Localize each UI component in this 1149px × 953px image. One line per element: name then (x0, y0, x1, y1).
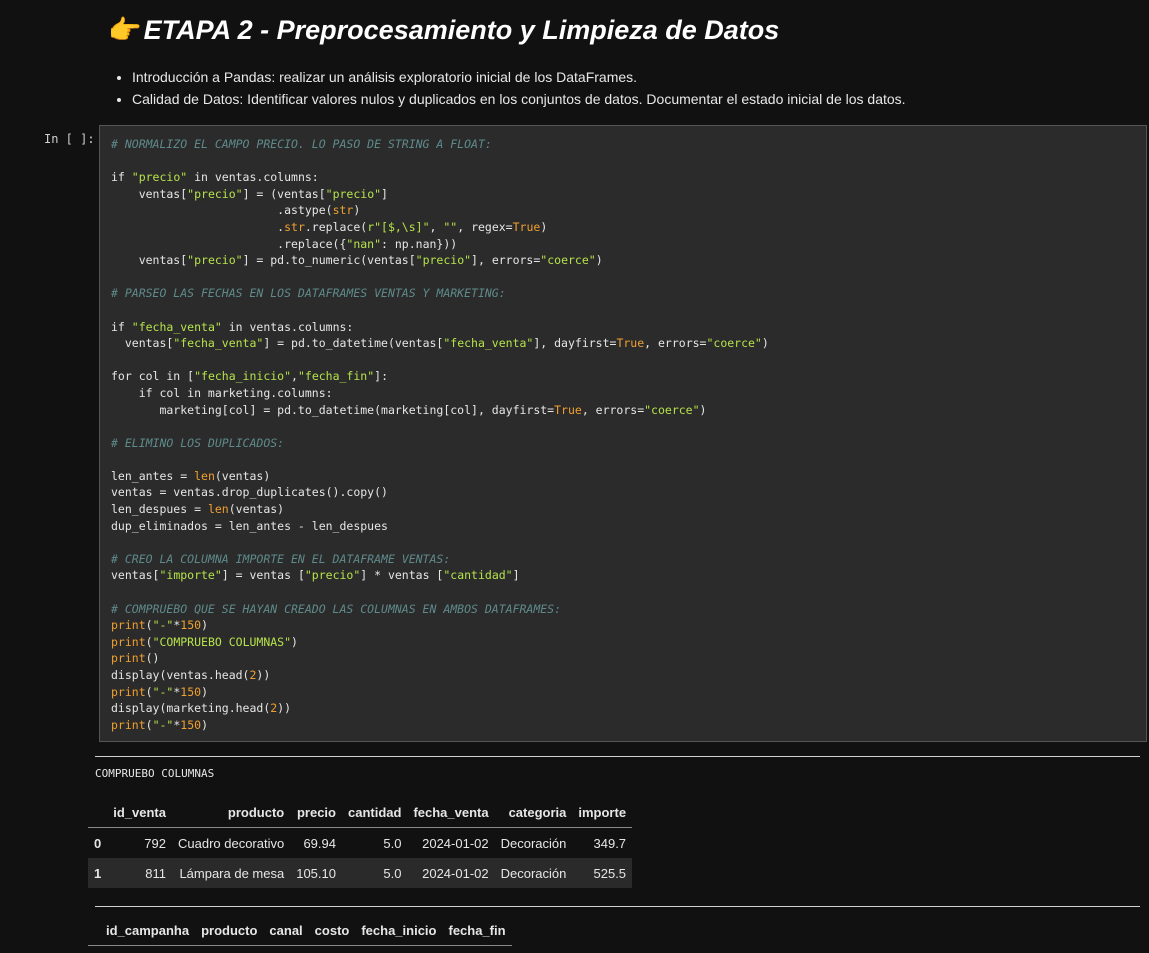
code-line: .astype(str) (111, 203, 361, 218)
heading-text: ETAPA 2 - Preprocesamiento y Limpieza de… (143, 15, 780, 45)
table-cell: Decoración (500, 865, 567, 881)
column-header: importe (578, 804, 627, 820)
column-header (88, 797, 107, 828)
section-heading: 👉ETAPA 2 - Preprocesamiento y Limpieza d… (108, 14, 779, 46)
code-line: dup_eliminados = len_antes - len_despues (111, 518, 388, 533)
code-line: ventas = ventas.drop_duplicates().copy() (111, 485, 388, 500)
row-index: 1 (94, 865, 102, 881)
table-row: 0 792 Cuadro decorativo 69.94 5.0 2024-01-02 D… (88, 828, 632, 859)
code-line: ventas["precio"] = pd.to_numeric(ventas[… (111, 253, 603, 268)
code-line: # NORMALIZO EL CAMPO PRECIO. LO PASO DE … (111, 137, 492, 151)
code-line: if "precio" in ventas.columns: (111, 170, 319, 185)
table-cell: 2024-01-02 (422, 835, 489, 851)
column-header: costo (314, 922, 350, 938)
code-line: # ELIMINO LOS DUPLICADOS: (111, 435, 285, 450)
column-header: canal (269, 922, 303, 938)
pointing-hand-icon: 👉 (108, 15, 142, 45)
code-line: print("-"*150) (111, 717, 208, 732)
code-line: print("COMPRUEBO COLUMNAS") (111, 634, 298, 649)
code-line: # PARSEO LAS FECHAS EN LOS DATAFRAMES VE… (111, 286, 506, 301)
column-header: fecha_inicio (361, 922, 437, 938)
bullet-list: Introducción a Pandas: realizar un análi… (108, 66, 1132, 110)
column-header: cantidad (347, 804, 402, 820)
ventas-table: id_venta producto precio cantidad fecha_vent… (88, 797, 633, 888)
code-content[interactable]: # NORMALIZO EL CAMPO PRECIO. LO PASO DE … (111, 136, 769, 733)
table-cell: 69.94 (303, 835, 336, 851)
code-line: if "fecha_venta" in ventas.columns: (111, 319, 354, 334)
code-cell-editor[interactable]: # NORMALIZO EL CAMPO PRECIO. LO PASO DE … (99, 125, 1147, 742)
code-line: ventas["precio"] = (ventas["precio"] (111, 186, 388, 201)
code-line: # CREO LA COLUMNA IMPORTE EN EL DATAFRAM… (111, 551, 451, 566)
table-cell: 5.0 (383, 865, 402, 881)
code-line: .replace({"nan": np.nan})) (111, 236, 458, 251)
column-header: fecha_venta (413, 804, 489, 820)
code-line: marketing[col] = pd.to_datetime(marketin… (111, 402, 707, 417)
table-cell: 5.0 (383, 835, 402, 851)
cell-prompt: In [ ]: (44, 132, 95, 146)
code-line: # COMPRUEBO QUE SE HAYAN CREADO LAS COLU… (111, 601, 562, 616)
column-header: producto (201, 922, 258, 938)
output-divider (95, 756, 1140, 757)
code-line: display(marketing.head(2)) (111, 701, 292, 716)
code-line: print("-"*150) (111, 684, 208, 699)
code-line: print() (111, 651, 160, 666)
table-cell: 525.5 (593, 865, 627, 881)
column-header: producto (227, 804, 285, 820)
code-line: print("-"*150) (111, 618, 208, 633)
column-header: fecha_fin (448, 922, 506, 938)
row-index: 0 (94, 835, 102, 851)
column-header: id_venta (113, 804, 166, 820)
table-header-row: id_venta producto precio cantidad fecha_vent… (88, 797, 633, 828)
table-cell: Decoración (500, 835, 567, 851)
stdout-text: COMPRUEBO COLUMNAS (95, 767, 215, 780)
code-line: for col in ["fecha_inicio","fecha_fin"]: (111, 369, 388, 384)
column-header: id_campanha (106, 922, 190, 938)
code-line: len_despues = len(ventas) (111, 502, 285, 517)
table-cell: Cuadro decorativo (177, 835, 285, 851)
code-line: ventas["fecha_venta"] = pd.to_datetime(v… (111, 336, 769, 351)
code-line: if col in marketing.columns: (111, 385, 333, 400)
table-cell: 105.10 (296, 865, 336, 881)
code-line: len_antes = len(ventas) (111, 468, 271, 483)
table-cell: 2024-01-02 (422, 865, 489, 881)
code-line: display(ventas.head(2)) (111, 668, 271, 682)
code-line: .str.replace(r"[$,\s]", "", regex=True) (111, 219, 548, 234)
table-cell: Lámpara de mesa (179, 865, 285, 881)
column-header: categoria (508, 804, 567, 820)
table-row: 1 811 Lámpara de mesa 105.10 5.0 2024-01-02 De… (88, 858, 633, 888)
bullet-item: Introducción a Pandas: realizar un análi… (132, 66, 1132, 88)
bullet-item: Calidad de Datos: Identificar valores nu… (132, 88, 1132, 110)
column-header: precio (296, 804, 336, 820)
column-header (88, 915, 100, 946)
code-line: ventas["importe"] = ventas ["precio"] * … (111, 568, 520, 583)
marketing-table: id_campanha producto canal costo fecha_inici… (88, 915, 512, 946)
table-cell: 792 (144, 835, 166, 851)
table-cell: 349.7 (593, 835, 627, 851)
table-header-row: id_campanha producto canal costo fecha_inici… (88, 915, 512, 946)
table-cell: 811 (145, 865, 166, 881)
output-divider (95, 906, 1140, 907)
